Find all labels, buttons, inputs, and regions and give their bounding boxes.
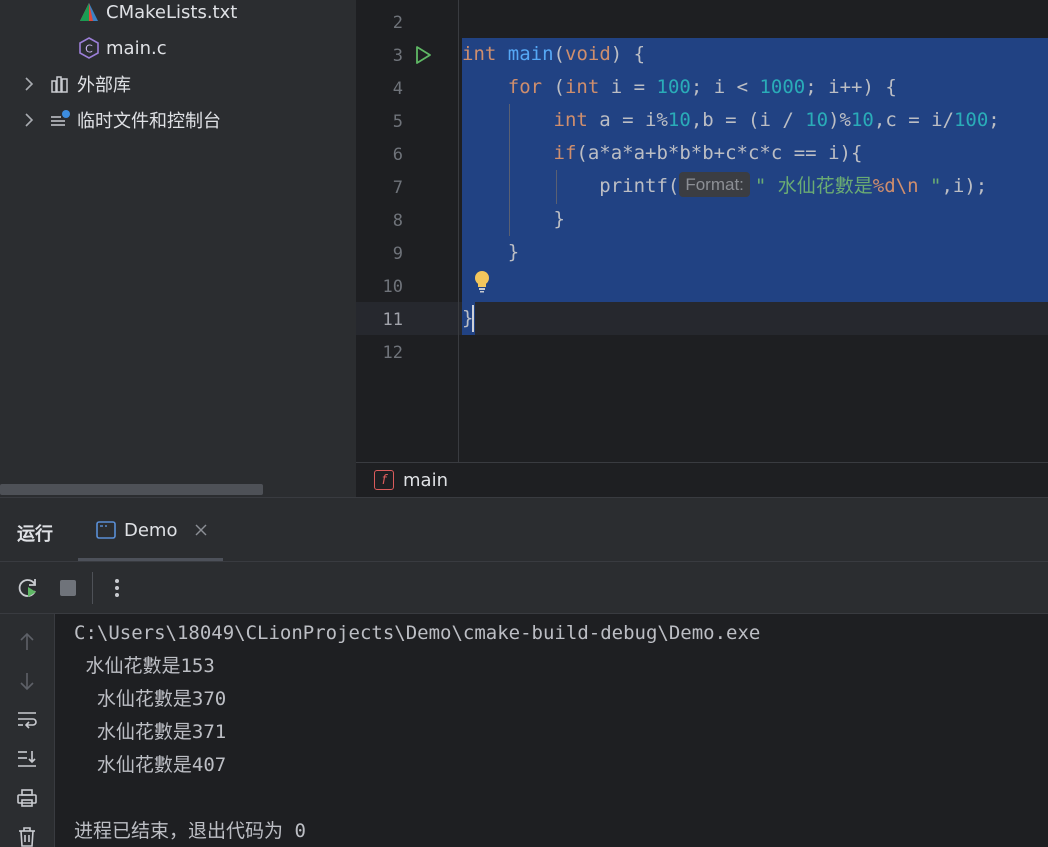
line-number: 12 xyxy=(382,343,403,363)
run-toolbar xyxy=(0,562,1048,614)
chevron-right-icon[interactable] xyxy=(20,69,38,99)
lightbulb-icon[interactable] xyxy=(473,270,493,294)
line-number: 4 xyxy=(392,79,403,99)
horizontal-scrollbar[interactable] xyxy=(0,484,263,495)
code-line-4: for (int i = 100; i < 1000; i++) { xyxy=(507,76,897,98)
run-gutter-icon[interactable] xyxy=(413,45,435,67)
tree-item-label: 临时文件和控制台 xyxy=(77,111,221,132)
line-number-current: 11 xyxy=(382,310,403,330)
scroll-to-end-icon[interactable] xyxy=(13,745,41,773)
line-number: 5 xyxy=(392,112,403,132)
function-icon: f xyxy=(374,470,394,490)
code-line-3: int main(void) { xyxy=(462,43,646,65)
run-tool-window: 运行 Demo C:\Users\18049\CLionProjects\Dem… xyxy=(0,497,1048,847)
current-line-highlight xyxy=(356,302,1048,335)
svg-text:C: C xyxy=(85,43,93,56)
run-header: 运行 Demo xyxy=(0,498,1048,562)
c-file-icon: C xyxy=(78,37,100,59)
code-line-6: if(a*a*a+b*b*b+c*c*c == i){ xyxy=(553,142,863,164)
tab-demo[interactable]: Demo xyxy=(78,498,223,562)
console-line: 水仙花數是371 xyxy=(74,721,227,743)
code-line-7: printf(Format: " 水仙花數是%d\n ",i); xyxy=(462,170,987,203)
arrow-down-icon[interactable] xyxy=(13,667,41,695)
project-tree-panel: CMakeLists.txt C main.c 外部库 临时文件和控制台 xyxy=(0,0,356,497)
line-number: 6 xyxy=(392,145,403,165)
code-editor[interactable]: 2 3 4 5 6 7 8 9 10 11 12 int main(void) … xyxy=(356,0,1048,462)
stop-icon[interactable] xyxy=(54,574,82,602)
line-number: 8 xyxy=(392,211,403,231)
console-line: 水仙花數是407 xyxy=(74,754,227,776)
console-exit-line: 进程已结束，退出代码为 0 xyxy=(74,820,306,842)
tree-item-scratches[interactable]: 临时文件和控制台 xyxy=(49,105,221,135)
tab-label: Demo xyxy=(124,519,178,541)
code-line-5: int a = i%10,b = (i / 10)%10,c = i/100; xyxy=(553,109,1000,131)
code-line-9: } xyxy=(462,241,520,263)
console-line: C:\Users\18049\CLionProjects\Demo\cmake-… xyxy=(74,622,761,644)
parameter-hint: Format: xyxy=(679,172,750,197)
console-side-toolbar xyxy=(0,614,55,847)
arrow-up-icon[interactable] xyxy=(13,628,41,656)
cmake-icon xyxy=(78,1,100,23)
rerun-icon[interactable] xyxy=(14,574,42,602)
scratches-icon xyxy=(49,109,71,131)
text-caret xyxy=(472,305,474,332)
console-line: 水仙花數是153 xyxy=(74,655,215,677)
print-icon[interactable] xyxy=(13,784,41,812)
tree-item-cmakelists[interactable]: CMakeLists.txt xyxy=(78,0,237,27)
tree-item-label: main.c xyxy=(106,37,167,59)
line-number: 2 xyxy=(392,13,403,33)
tree-item-main-c[interactable]: C main.c xyxy=(78,33,167,63)
run-title: 运行 xyxy=(17,524,53,545)
trash-icon[interactable] xyxy=(13,823,41,847)
console-icon xyxy=(96,521,116,539)
line-number: 9 xyxy=(392,244,403,264)
code-line-8: } xyxy=(462,208,565,230)
toolbar-divider xyxy=(92,572,93,604)
console-line: 水仙花數是370 xyxy=(74,688,227,710)
line-number: 10 xyxy=(382,277,403,297)
close-icon[interactable] xyxy=(195,524,207,536)
line-number: 7 xyxy=(392,178,403,198)
tab-underline xyxy=(78,558,223,561)
chevron-right-icon[interactable] xyxy=(20,105,38,135)
breadcrumb-label[interactable]: main xyxy=(403,470,448,491)
more-options-icon[interactable] xyxy=(103,574,131,602)
gutter-divider xyxy=(458,0,459,462)
library-icon xyxy=(49,73,71,95)
breadcrumb[interactable]: f main xyxy=(356,462,1048,497)
tree-item-label: CMakeLists.txt xyxy=(106,1,238,23)
line-number: 3 xyxy=(392,46,403,66)
tree-item-label: 外部库 xyxy=(77,75,131,96)
soft-wrap-icon[interactable] xyxy=(13,706,41,734)
tree-item-external-libraries[interactable]: 外部库 xyxy=(49,69,131,99)
